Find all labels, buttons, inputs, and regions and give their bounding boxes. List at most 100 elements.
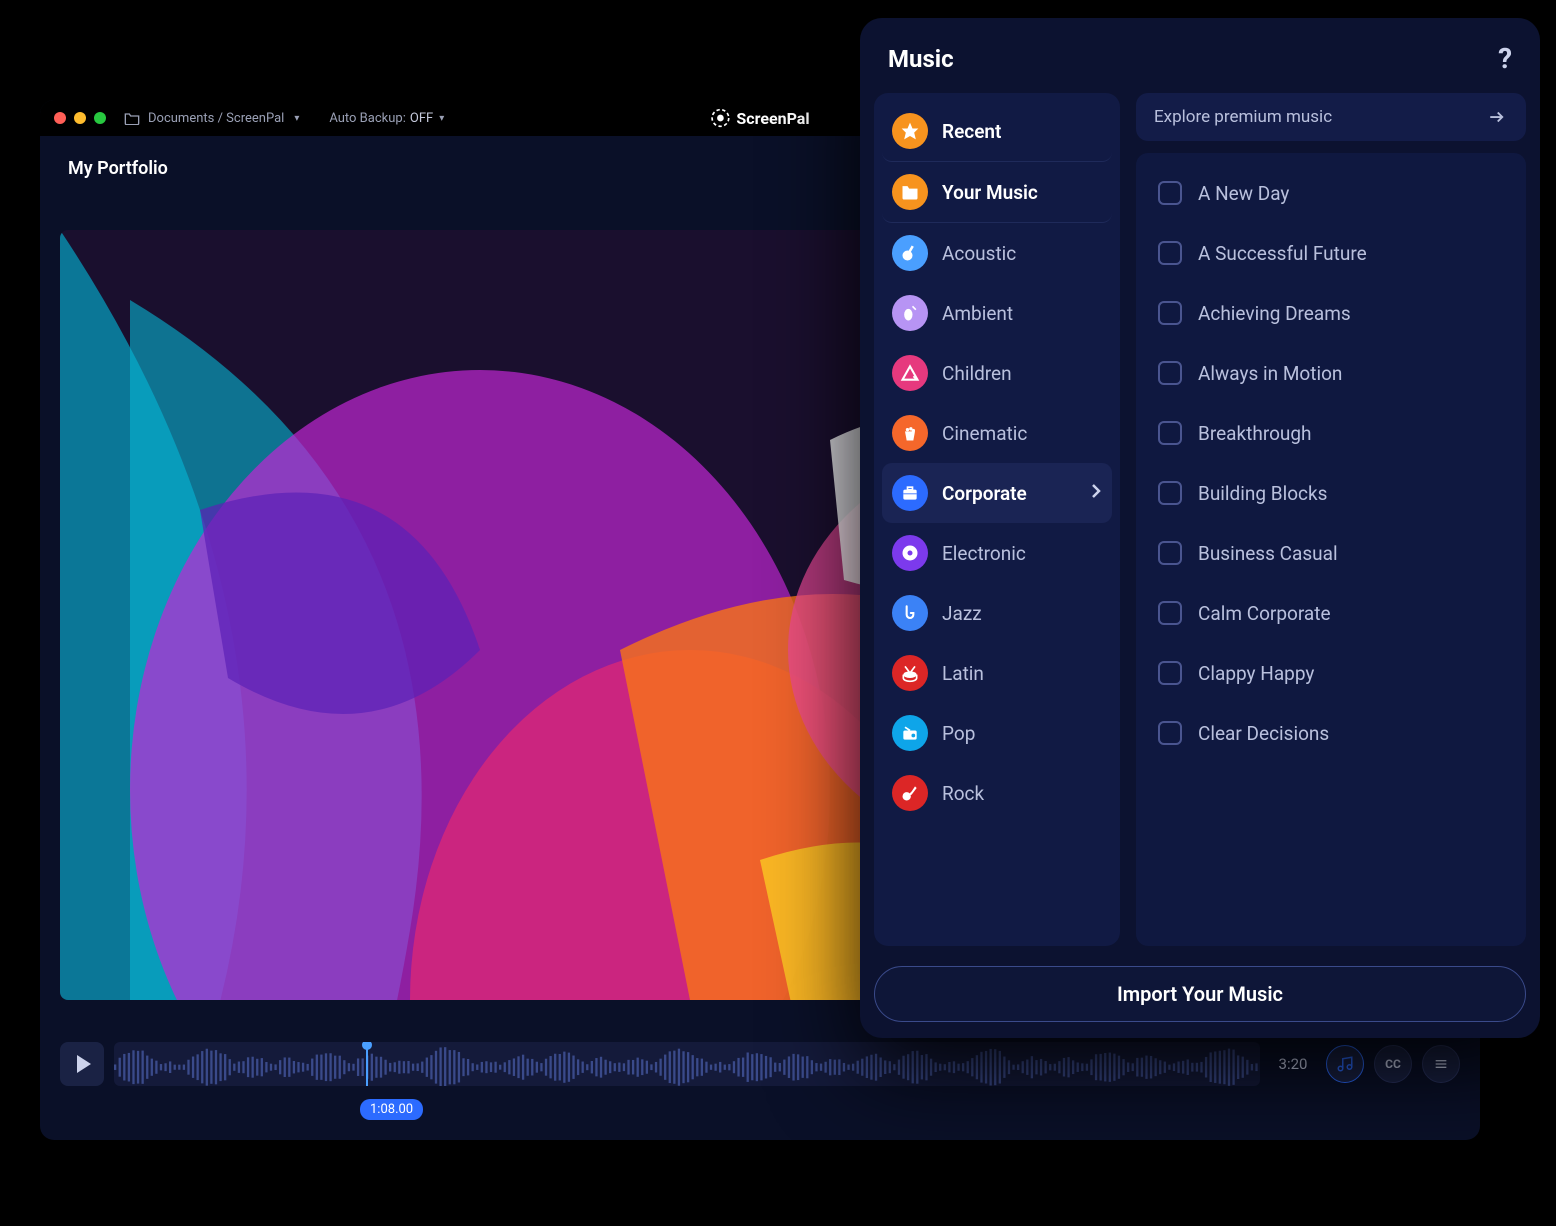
track-title: Building Blocks [1198, 482, 1327, 505]
import-music-button[interactable]: Import Your Music [874, 966, 1526, 1022]
menu-button[interactable] [1422, 1045, 1460, 1083]
timeline: 3:20 CC [60, 1036, 1460, 1092]
sax-icon [892, 595, 928, 631]
music-panel: Music ? Recent Your Music Acoustic Ambient C… [860, 18, 1540, 1038]
category-label: Ambient [942, 302, 1013, 325]
explore-premium-button[interactable]: Explore premium music [1136, 93, 1526, 141]
track-title: Calm Corporate [1198, 602, 1331, 625]
track-checkbox[interactable] [1158, 721, 1182, 745]
category-label: Rock [942, 782, 984, 805]
disc-icon [892, 535, 928, 571]
track-row[interactable]: Clappy Happy [1150, 643, 1520, 703]
maximize-window-button[interactable] [94, 112, 106, 124]
playhead[interactable] [366, 1042, 368, 1086]
track-checkbox[interactable] [1158, 661, 1182, 685]
guitar-icon [892, 235, 928, 271]
track-title: A New Day [1198, 182, 1289, 205]
track-title: Business Casual [1198, 542, 1338, 565]
captions-button[interactable]: CC [1374, 1045, 1412, 1083]
brand-text: ScreenPal [736, 109, 809, 128]
track-checkbox[interactable] [1158, 601, 1182, 625]
category-label: Recent [942, 120, 1001, 143]
category-item-children[interactable]: Children [882, 343, 1112, 403]
track-checkbox[interactable] [1158, 541, 1182, 565]
category-item-jazz[interactable]: Jazz [882, 583, 1112, 643]
music-note-icon [1336, 1055, 1354, 1073]
backup-label: Auto Backup: [329, 111, 406, 126]
category-label: Cinematic [942, 422, 1027, 445]
category-label: Your Music [942, 181, 1038, 204]
category-label: Acoustic [942, 242, 1016, 265]
music-toggle-button[interactable] [1326, 1045, 1364, 1083]
close-window-button[interactable] [54, 112, 66, 124]
arrow-right-icon [1486, 108, 1508, 126]
track-row[interactable]: Clear Decisions [1150, 703, 1520, 763]
chevron-right-icon [1090, 482, 1102, 505]
category-item-ambient[interactable]: Ambient [882, 283, 1112, 343]
track-title: A Successful Future [1198, 242, 1367, 265]
breadcrumb-path: Documents / ScreenPal [148, 111, 284, 126]
track-checkbox[interactable] [1158, 181, 1182, 205]
category-item-latin[interactable]: Latin [882, 643, 1112, 703]
track-row[interactable]: Building Blocks [1150, 463, 1520, 523]
play-icon [77, 1055, 91, 1073]
category-item-acoustic[interactable]: Acoustic [882, 223, 1112, 283]
category-item-recent[interactable]: Recent [882, 101, 1112, 162]
category-item-corporate[interactable]: Corporate [882, 463, 1112, 523]
breadcrumb[interactable]: Documents / ScreenPal ▾ [124, 111, 299, 126]
auto-backup-toggle[interactable]: Auto Backup: OFF ▾ [329, 111, 444, 126]
category-label: Corporate [942, 482, 1027, 505]
drum-icon [892, 655, 928, 691]
category-item-pop[interactable]: Pop [882, 703, 1112, 763]
popcorn-icon [892, 415, 928, 451]
backup-value: OFF [410, 111, 433, 126]
tracks-list[interactable]: A New Day A Successful Future Achieving Dr… [1136, 153, 1526, 946]
import-label: Import Your Music [1117, 982, 1283, 1006]
category-item-rock[interactable]: Rock [882, 763, 1112, 823]
star-icon [892, 113, 928, 149]
track-title: Always in Motion [1198, 362, 1342, 385]
track-row[interactable]: Always in Motion [1150, 343, 1520, 403]
brand-logo: ScreenPal [710, 108, 809, 128]
total-duration: 3:20 [1270, 1055, 1316, 1073]
category-item-your-music[interactable]: Your Music [882, 162, 1112, 223]
briefcase-icon [892, 475, 928, 511]
triangle-icon [892, 355, 928, 391]
track-row[interactable]: Calm Corporate [1150, 583, 1520, 643]
track-checkbox[interactable] [1158, 481, 1182, 505]
category-label: Pop [942, 722, 975, 745]
category-item-cinematic[interactable]: Cinematic [882, 403, 1112, 463]
help-button[interactable]: ? [1498, 42, 1512, 75]
category-label: Jazz [942, 602, 982, 625]
minimize-window-button[interactable] [74, 112, 86, 124]
screenpal-icon [710, 108, 730, 128]
category-label: Electronic [942, 542, 1026, 565]
cc-label: CC [1385, 1057, 1401, 1071]
track-checkbox[interactable] [1158, 241, 1182, 265]
hamburger-icon [1433, 1056, 1449, 1072]
category-label: Children [942, 362, 1012, 385]
play-button[interactable] [60, 1042, 104, 1086]
track-title: Achieving Dreams [1198, 302, 1351, 325]
track-checkbox[interactable] [1158, 301, 1182, 325]
folder-icon [892, 174, 928, 210]
track-title: Clear Decisions [1198, 722, 1329, 745]
violin-icon [892, 295, 928, 331]
chevron-down-icon: ▾ [294, 113, 299, 124]
window-controls [54, 112, 106, 124]
track-row[interactable]: A New Day [1150, 163, 1520, 223]
chevron-down-icon: ▾ [439, 113, 444, 124]
category-list: Recent Your Music Acoustic Ambient Children C… [874, 93, 1120, 946]
track-checkbox[interactable] [1158, 361, 1182, 385]
category-item-electronic[interactable]: Electronic [882, 523, 1112, 583]
track-row[interactable]: Business Casual [1150, 523, 1520, 583]
waveform-track[interactable] [114, 1042, 1260, 1086]
track-row[interactable]: A Successful Future [1150, 223, 1520, 283]
playhead-time-badge: 1:08.00 [360, 1099, 423, 1120]
track-checkbox[interactable] [1158, 421, 1182, 445]
track-row[interactable]: Achieving Dreams [1150, 283, 1520, 343]
music-panel-body: Recent Your Music Acoustic Ambient Children C… [860, 93, 1540, 960]
folder-icon [124, 111, 140, 125]
music-panel-title: Music [888, 45, 954, 73]
track-row[interactable]: Breakthrough [1150, 403, 1520, 463]
